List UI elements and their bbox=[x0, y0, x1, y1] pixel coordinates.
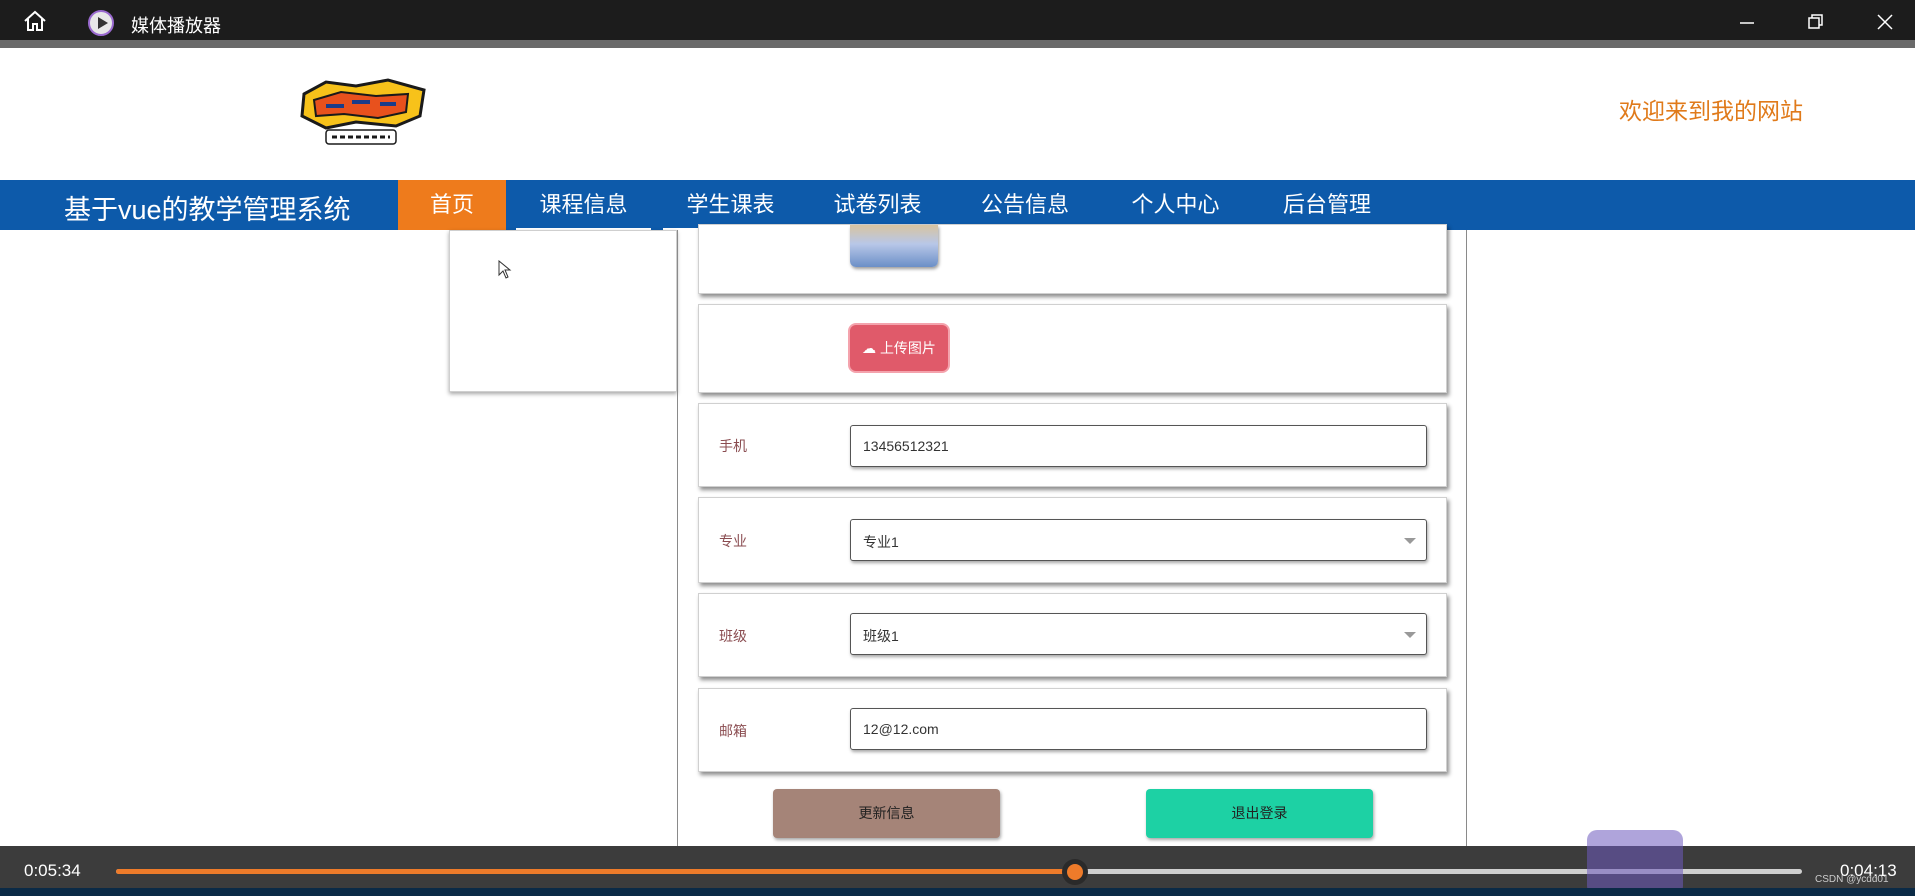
upload-image-button[interactable]: ☁ 上传图片 bbox=[850, 325, 948, 371]
profile-side-menu bbox=[449, 230, 677, 392]
title-bar-divider bbox=[0, 40, 1915, 48]
upload-button-label: 上传图片 bbox=[879, 340, 936, 356]
minimize-button[interactable] bbox=[1733, 8, 1761, 36]
site-header: 欢迎来到我的网站 bbox=[0, 48, 1915, 180]
logout-button[interactable]: 退出登录 bbox=[1146, 789, 1373, 838]
nav-item-label: 学生课表 bbox=[686, 192, 775, 217]
site-logo[interactable] bbox=[296, 76, 431, 148]
update-info-button[interactable]: 更新信息 bbox=[773, 789, 1000, 838]
phone-row: 手机 13456512321 bbox=[698, 403, 1447, 487]
nav-item-label: 后台管理 bbox=[1282, 192, 1371, 217]
phone-label: 手机 bbox=[719, 438, 747, 454]
upload-row: ☁ 上传图片 bbox=[698, 304, 1447, 393]
major-value: 专业1 bbox=[863, 534, 899, 550]
email-row: 邮箱 12@12.com bbox=[698, 688, 1447, 772]
avatar-row bbox=[698, 224, 1447, 294]
cloud-upload-icon: ☁ bbox=[862, 340, 877, 356]
title-bar: 媒体播放器 bbox=[0, 0, 1915, 48]
watermark-text: CSDN @ycdd01 bbox=[1815, 874, 1889, 885]
class-value: 班级1 bbox=[863, 628, 899, 644]
phone-input[interactable]: 13456512321 bbox=[850, 425, 1427, 467]
major-select[interactable]: 专业1 bbox=[850, 519, 1427, 561]
email-label: 邮箱 bbox=[719, 723, 747, 739]
nav-item-label: 课程信息 bbox=[539, 192, 628, 217]
nav-item-label: 公告信息 bbox=[980, 192, 1069, 217]
home-icon[interactable] bbox=[22, 10, 48, 32]
nav-item-schedule[interactable]: 学生课表 bbox=[657, 180, 804, 230]
restore-button[interactable] bbox=[1801, 8, 1829, 36]
seek-bar[interactable] bbox=[116, 859, 1802, 885]
chevron-down-icon bbox=[1404, 538, 1416, 544]
nav-item-courses[interactable]: 课程信息 bbox=[510, 180, 657, 230]
close-icon bbox=[1877, 14, 1893, 30]
watermark-logo bbox=[1587, 830, 1683, 896]
nav-item-label: 个人中心 bbox=[1131, 192, 1220, 217]
restore-icon bbox=[1808, 14, 1823, 29]
class-select[interactable]: 班级1 bbox=[850, 613, 1427, 655]
window-title: 媒体播放器 bbox=[131, 16, 221, 36]
chevron-down-icon bbox=[1404, 632, 1416, 638]
email-input[interactable]: 12@12.com bbox=[850, 708, 1427, 750]
nav-item-admin[interactable]: 后台管理 bbox=[1253, 180, 1401, 230]
major-label: 专业 bbox=[719, 533, 747, 549]
email-value: 12@12.com bbox=[863, 721, 939, 737]
minimize-icon bbox=[1740, 22, 1754, 24]
seek-bar-progress bbox=[116, 869, 1076, 874]
mouse-cursor-icon bbox=[498, 260, 512, 279]
nav-item-profile[interactable]: 个人中心 bbox=[1101, 180, 1250, 230]
nav-item-label: 首页 bbox=[429, 192, 474, 217]
nav-item-exams[interactable]: 试卷列表 bbox=[804, 180, 951, 230]
seek-thumb[interactable] bbox=[1062, 859, 1089, 885]
avatar-image bbox=[850, 225, 938, 267]
nav-item-home[interactable]: 首页 bbox=[398, 180, 506, 230]
nav-item-label: 试卷列表 bbox=[833, 192, 922, 217]
major-row: 专业 专业1 bbox=[698, 497, 1447, 583]
elapsed-time: 0:05:34 bbox=[24, 861, 81, 880]
main-nav: 基于vue的教学管理系统 首页 课程信息 学生课表 试卷列表 公告信息 个人中心… bbox=[0, 180, 1915, 230]
class-label: 班级 bbox=[719, 628, 747, 644]
phone-value: 13456512321 bbox=[863, 438, 949, 454]
site-brand[interactable]: 基于vue的教学管理系统 bbox=[64, 188, 351, 227]
class-row: 班级 班级1 bbox=[698, 593, 1447, 677]
media-player-app-icon bbox=[88, 10, 114, 36]
welcome-text: 欢迎来到我的网站 bbox=[1619, 98, 1803, 124]
nav-item-notices[interactable]: 公告信息 bbox=[951, 180, 1099, 230]
bottom-strip bbox=[0, 888, 1915, 896]
close-button[interactable] bbox=[1871, 8, 1899, 36]
